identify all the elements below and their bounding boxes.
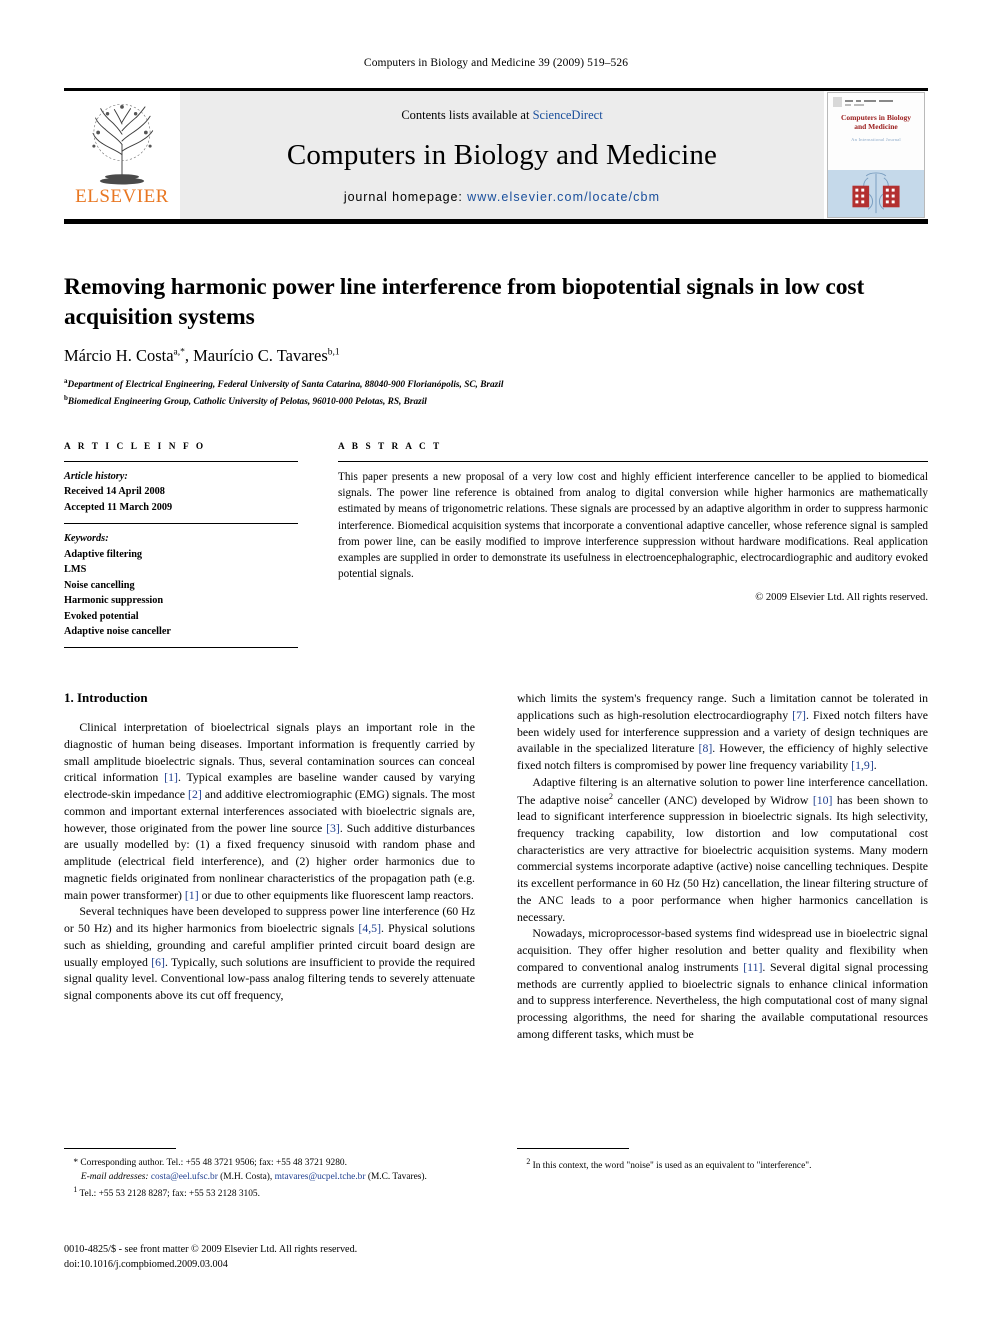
citation-link[interactable]: [8]	[699, 741, 713, 755]
cover-illustration	[828, 169, 924, 217]
citation-link[interactable]: [1,9]	[851, 758, 874, 772]
footnote-1: 1 Tel.: +55 53 2128 8287; fax: +55 53 21…	[64, 1184, 475, 1201]
abstract-divider-top	[338, 461, 928, 462]
author-2-affil-marker: b,1	[327, 347, 340, 358]
cover-title-line1: Computers in Biology	[840, 113, 911, 122]
affiliation-a-text: Department of Electrical Engineering, Fe…	[67, 380, 504, 391]
homepage-label: journal homepage:	[343, 190, 463, 204]
citation-link[interactable]: [7]	[792, 708, 806, 722]
footnote-2-text: In this context, the word "noise" is use…	[530, 1161, 812, 1172]
body-columns: 1. Introduction Clinical interpretation …	[64, 690, 928, 1043]
keyword-item: Adaptive noise canceller	[64, 625, 171, 637]
body-column-left: 1. Introduction Clinical interpretation …	[64, 690, 475, 1043]
journal-band: Contents lists available at ScienceDirec…	[180, 91, 824, 219]
homepage-line: journal homepage: www.elsevier.com/locat…	[344, 190, 660, 204]
paper-page: Computers in Biology and Medicine 39 (20…	[0, 0, 992, 1323]
keyword-item: LMS	[64, 564, 87, 576]
footnotes-left: * Corresponding author. Tel.: +55 48 372…	[64, 1148, 475, 1201]
cover-title: Computers in Biology and Medicine	[833, 113, 919, 132]
section-title-introduction: 1. Introduction	[64, 690, 148, 705]
keyword-item: Noise cancelling	[64, 579, 135, 591]
author-2: Maurício C. Tavares	[193, 346, 328, 366]
citation-link[interactable]: [1]	[185, 888, 199, 902]
contents-prefix: Contents lists available at	[401, 108, 533, 122]
abstract-panel: A B S T R A C T This paper presents a ne…	[338, 442, 928, 648]
title-block: Removing harmonic power line interferenc…	[64, 272, 928, 409]
citation-link[interactable]: [11]	[743, 960, 762, 974]
citation-link[interactable]: [2]	[188, 787, 202, 801]
footnotes-row: * Corresponding author. Tel.: +55 48 372…	[64, 1148, 928, 1201]
contents-line: Contents lists available at ScienceDirec…	[401, 108, 602, 123]
sciencedirect-link[interactable]: ScienceDirect	[533, 108, 603, 122]
footnotes-right: 2 In this context, the word "noise" is u…	[517, 1148, 928, 1201]
citation-link[interactable]: [10]	[813, 792, 833, 806]
keyword-item: Adaptive filtering	[64, 548, 143, 560]
affiliation-b: bBiomedical Engineering Group, Catholic …	[64, 393, 928, 410]
info-divider-mid	[64, 523, 298, 525]
copyright-line: © 2009 Elsevier Ltd. All rights reserved…	[755, 591, 928, 603]
journal-masthead: ELSEVIER Contents lists available at Sci…	[64, 88, 928, 224]
elsevier-logo: ELSEVIER	[64, 91, 180, 219]
keyword-item: Evoked potential	[64, 610, 139, 622]
article-history-label: Article history:	[64, 471, 128, 482]
info-divider-top	[64, 461, 298, 462]
email-link-2[interactable]: mtavares@ucpel.tche.br	[275, 1172, 366, 1182]
citation-link[interactable]: [4,5]	[358, 921, 381, 935]
body-paragraph: Clinical interpretation of bioelectrical…	[64, 720, 476, 902]
journal-homepage-link[interactable]: www.elsevier.com/locate/cbm	[467, 190, 660, 204]
footnote-marker[interactable]: 2	[609, 792, 613, 801]
author-1: Márcio H. Costa	[64, 346, 174, 366]
citation-link[interactable]: [1]	[164, 770, 178, 784]
right-paragraphs: which limits the system's frequency rang…	[517, 690, 928, 1043]
body-paragraph: which limits the system's frequency rang…	[517, 691, 928, 772]
issn-line: 0010-4825/$ - see front matter © 2009 El…	[64, 1244, 358, 1255]
keywords-label: Keywords:	[64, 533, 109, 545]
journal-cover-thumbnail: Computers in Biology and Medicine An Int…	[827, 92, 925, 218]
cover-elsevier-mark	[833, 97, 919, 107]
citation-link[interactable]: [3]	[326, 821, 340, 835]
email-link-1[interactable]: costa@eel.ufsc.br	[151, 1172, 218, 1182]
footnote-2: 2 In this context, the word "noise" is u…	[517, 1156, 928, 1173]
body-paragraph: Adaptive filtering is an alternative sol…	[517, 774, 928, 924]
info-abstract-row: A R T I C L E I N F O Article history: R…	[64, 442, 928, 649]
journal-title: Computers in Biology and Medicine	[286, 139, 718, 171]
caduceus-icon	[852, 172, 900, 214]
email-note: E-mail addresses: costa@eel.ufsc.br (M.H…	[64, 1170, 475, 1184]
elsevier-tree-icon	[92, 104, 154, 185]
info-divider-bottom	[64, 647, 298, 649]
doi-line: doi:10.1016/j.compbiomed.2009.03.004	[64, 1258, 228, 1270]
email-label: E-mail addresses:	[80, 1172, 149, 1183]
footnote-rule-right	[517, 1148, 629, 1149]
elsevier-wordmark: ELSEVIER	[75, 186, 169, 207]
cover-subtitle: An International Journal	[851, 136, 901, 142]
corresponding-author-note: * Corresponding author. Tel.: +55 48 372…	[73, 1158, 347, 1168]
affiliation-a: aDepartment of Electrical Engineering, F…	[64, 376, 928, 393]
keyword-item: Harmonic suppression	[64, 595, 164, 607]
journal-cover-block: Computers in Biology and Medicine An Int…	[824, 91, 928, 219]
accepted-date: Accepted 11 March 2009	[64, 501, 173, 513]
received-date: Received 14 April 2008	[64, 486, 165, 498]
running-head: Computers in Biology and Medicine 39 (20…	[363, 57, 629, 69]
cover-title-line2: and Medicine	[854, 121, 898, 131]
body-column-right: which limits the system's frequency rang…	[517, 690, 928, 1043]
abstract-text: This paper presents a new proposal of a …	[338, 471, 928, 581]
affiliation-b-text: Biomedical Engineering Group, Catholic U…	[67, 396, 427, 407]
keyword-list: Adaptive filtering LMS Noise cancelling Har…	[64, 547, 298, 640]
imprint-block: 0010-4825/$ - see front matter © 2009 El…	[64, 1243, 494, 1273]
author-list: Márcio H. Costaa,*, Maurício C. Tavaresb…	[64, 346, 340, 366]
abstract-heading: A B S T R A C T	[338, 442, 442, 452]
author-1-affil-marker: a,*	[173, 347, 185, 358]
body-paragraph: Nowadays, microprocessor-based systems f…	[517, 926, 928, 1041]
left-paragraphs: Clinical interpretation of bioelectrical…	[64, 719, 475, 1004]
email-2-owner: (M.C. Tavares).	[367, 1172, 427, 1183]
body-paragraph: Several techniques have been developed t…	[64, 904, 476, 1002]
article-info-heading: A R T I C L E I N F O	[64, 442, 206, 452]
email-1-owner: (M.H. Costa),	[217, 1172, 275, 1183]
citation-link[interactable]: [6]	[151, 955, 165, 969]
footnote-1-text: Tel.: +55 53 2128 8287; fax: +55 53 2128…	[77, 1189, 260, 1200]
footnote-rule-left	[64, 1148, 176, 1149]
article-info-panel: A R T I C L E I N F O Article history: R…	[64, 442, 298, 649]
page-title: Removing harmonic power line interferenc…	[64, 274, 865, 331]
masthead-bottom-rule	[64, 219, 928, 224]
